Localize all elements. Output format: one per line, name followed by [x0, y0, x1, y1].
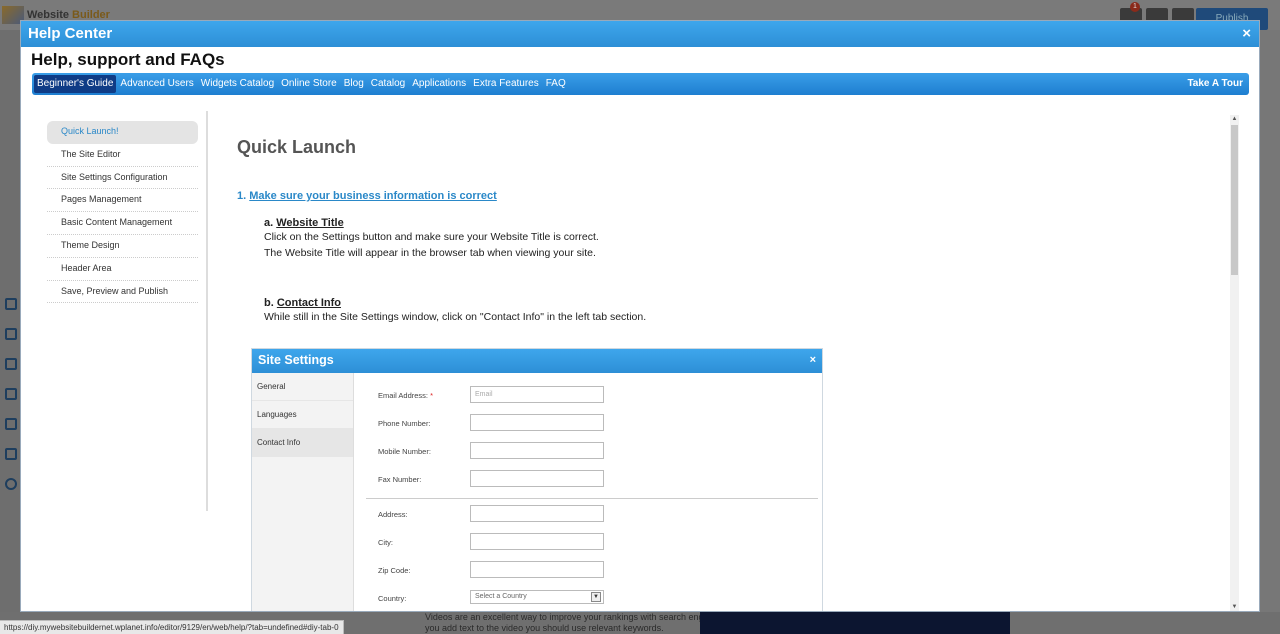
zip-label: Zip Code: — [378, 566, 411, 575]
address-label: Address: — [378, 510, 408, 519]
phone-field — [470, 414, 604, 431]
ss-nav-languages: Languages — [252, 401, 353, 429]
site-settings-header: Site Settings × — [252, 349, 822, 373]
pages-icon[interactable] — [5, 298, 17, 310]
sidebar-item-site-editor[interactable]: The Site Editor — [47, 144, 198, 167]
substep-a-prefix: a. — [264, 217, 274, 229]
content-scrollbar[interactable]: ▲ ▼ — [1230, 115, 1239, 611]
tab-applications[interactable]: Applications — [409, 75, 469, 93]
sidebar-item-basic-content[interactable]: Basic Content Management — [47, 212, 198, 235]
substep-b: b. Contact Info While still in the Site … — [264, 297, 646, 325]
substep-a-line2: The Website Title will appear in the bro… — [264, 247, 596, 259]
bottom-text-line2: you add text to the video you should use… — [425, 623, 664, 633]
tab-beginners-guide[interactable]: Beginner's Guide — [34, 75, 117, 93]
substep-a-line1: Click on the Settings button and make su… — [264, 231, 599, 243]
scroll-down-icon[interactable]: ▼ — [1230, 603, 1239, 611]
substep-b-title: Contact Info — [276, 297, 342, 309]
site-settings-close-icon: × — [809, 354, 816, 366]
help-center-modal: Help Center × Help, support and FAQs Beg… — [20, 20, 1260, 612]
city-label: City: — [378, 538, 393, 547]
cart-icon[interactable] — [5, 448, 17, 460]
form-separator — [366, 498, 818, 499]
fax-field — [470, 470, 604, 487]
tab-widgets-catalog[interactable]: Widgets Catalog — [198, 75, 277, 93]
ss-nav-general: General — [252, 373, 353, 401]
step-1-number: 1. — [237, 190, 247, 202]
required-marker: * — [430, 391, 434, 400]
guide-sidebar: Quick Launch! The Site Editor Site Setti… — [47, 121, 198, 304]
mobile-field — [470, 442, 604, 459]
sidebar-item-header-area[interactable]: Header Area — [47, 258, 198, 281]
modal-header: Help Center × — [21, 21, 1259, 47]
help-tabs: Beginner's Guide Advanced Users Widgets … — [32, 73, 1249, 95]
scroll-up-icon[interactable]: ▲ — [1230, 115, 1239, 123]
substep-a: a. Website Title Click on the Settings b… — [264, 217, 599, 261]
country-select-value: Select a Country — [475, 593, 527, 600]
tab-online-store[interactable]: Online Store — [278, 75, 340, 93]
take-a-tour-link[interactable]: Take A Tour — [1187, 75, 1243, 93]
bottom-text-line1: Videos are an excellent way to improve y… — [425, 612, 723, 622]
zip-field — [470, 561, 604, 578]
article-title: Quick Launch — [237, 137, 357, 157]
notification-badge: 1 — [1130, 2, 1140, 12]
sidebar-divider — [206, 111, 208, 511]
tab-advanced-users[interactable]: Advanced Users — [117, 75, 196, 93]
site-settings-title: Site Settings — [258, 353, 334, 367]
ss-nav-contact-info: Contact Info — [252, 429, 353, 457]
address-field — [470, 505, 604, 522]
email-field: Email — [470, 386, 604, 403]
status-bar-url: https://diy.mywebsitebuildernet.wplanet.… — [0, 620, 344, 634]
substep-a-title: Website Title — [276, 217, 344, 229]
substep-b-prefix: b. — [264, 297, 274, 309]
editor-right-panel — [1260, 30, 1280, 634]
phone-label: Phone Number: — [378, 419, 431, 428]
tab-catalog[interactable]: Catalog — [368, 75, 408, 93]
site-settings-form: Email Address: * Email Phone Number: Mob… — [354, 373, 822, 611]
chevron-down-icon: ▼ — [591, 592, 601, 602]
fax-label: Fax Number: — [378, 475, 422, 484]
close-icon[interactable]: × — [1242, 25, 1251, 42]
step-1: 1. Make sure your business information i… — [237, 190, 497, 202]
search-icon[interactable] — [5, 478, 17, 490]
modal-title: Help Center — [28, 25, 113, 42]
tab-blog[interactable]: Blog — [341, 75, 367, 93]
mobile-label: Mobile Number: — [378, 447, 431, 456]
sidebar-item-quick-launch[interactable]: Quick Launch! — [47, 121, 198, 144]
email-label: Email Address: — [378, 391, 429, 400]
scroll-thumb[interactable] — [1231, 125, 1238, 275]
folder-icon[interactable] — [5, 388, 17, 400]
widgets-icon[interactable] — [5, 358, 17, 370]
city-field — [470, 533, 604, 550]
step-1-link[interactable]: Make sure your business information is c… — [249, 190, 497, 202]
site-settings-nav: General Languages Contact Info — [252, 373, 354, 611]
editor-left-panel — [0, 30, 20, 634]
sidebar-item-save-publish[interactable]: Save, Preview and Publish — [47, 281, 198, 304]
sidebar-item-pages-management[interactable]: Pages Management — [47, 189, 198, 213]
country-select: Select a Country ▼ — [470, 590, 604, 604]
sidebar-item-theme-design[interactable]: Theme Design — [47, 235, 198, 258]
background-image — [700, 612, 1010, 634]
settings-icon[interactable] — [5, 328, 17, 340]
help-article: Quick Launch 1. Make sure your business … — [237, 111, 1227, 611]
tab-faq[interactable]: FAQ — [543, 75, 569, 93]
tab-extra-features[interactable]: Extra Features — [470, 75, 542, 93]
substep-b-line1: While still in the Site Settings window,… — [264, 311, 647, 323]
country-label: Country: — [378, 594, 407, 603]
page-title: Help, support and FAQs — [31, 50, 225, 69]
list-icon[interactable] — [5, 418, 17, 430]
site-settings-illustration: Site Settings × General Languages Contac… — [251, 348, 823, 611]
sidebar-item-site-settings[interactable]: Site Settings Configuration — [47, 167, 198, 190]
